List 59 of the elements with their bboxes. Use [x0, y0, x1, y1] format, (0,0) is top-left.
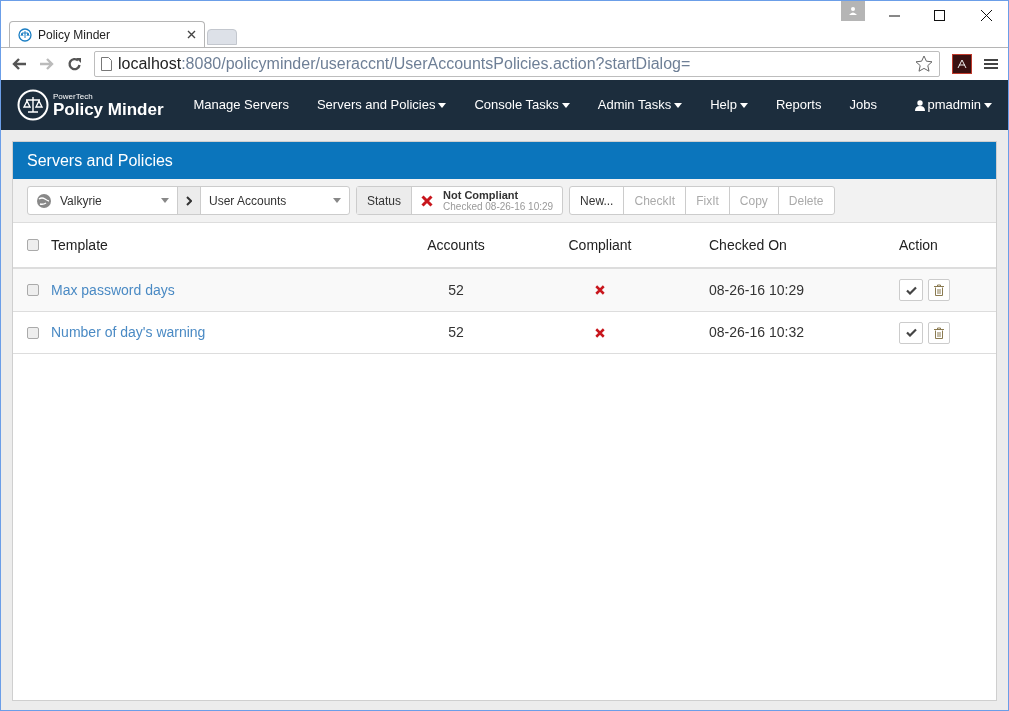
column-header[interactable]: Checked On	[689, 234, 879, 256]
nav-item[interactable]: Reports	[761, 95, 836, 115]
brand-caption: PowerTech	[53, 92, 94, 101]
reload-icon[interactable]	[67, 56, 82, 72]
scales-icon	[18, 27, 32, 42]
checked-on-cell-text: 08-26-16 10:32	[708, 323, 804, 342]
nav-item[interactable]: Console Tasks	[460, 95, 584, 115]
select-all-checkbox[interactable]	[27, 239, 39, 251]
accounts-cell-text: 52	[448, 280, 464, 300]
caret-icon	[674, 102, 683, 108]
nav-item[interactable]: Manage Servers	[179, 95, 303, 115]
brand-name[interactable]: Policy Minder	[53, 100, 164, 118]
nav-item[interactable]: Jobs	[835, 95, 891, 115]
back-arrow-icon[interactable]	[11, 57, 27, 71]
scales-logo-icon	[17, 89, 49, 121]
check-icon	[905, 285, 917, 295]
close-icon[interactable]	[981, 10, 992, 21]
status-value: Not Compliant	[443, 188, 520, 201]
row-checkbox[interactable]	[27, 284, 39, 296]
user-icon	[848, 6, 858, 16]
page-icon	[101, 57, 112, 71]
status-label: Status	[357, 187, 413, 214]
menu-icon[interactable]	[984, 58, 998, 70]
trash-icon	[934, 284, 944, 296]
user-icon	[914, 99, 925, 111]
pdf-extension-icon[interactable]	[952, 54, 972, 74]
row-checkbox[interactable]	[27, 326, 39, 339]
url-host: localhost	[118, 55, 182, 72]
caret-icon	[438, 102, 447, 108]
table-row[interactable]: Max password days 52 08-26-16 10:29	[13, 269, 996, 312]
nav-item[interactable]: Help	[696, 95, 762, 115]
caret-icon	[984, 102, 992, 108]
close-icon[interactable]	[187, 30, 196, 39]
template-link[interactable]: Max password days	[51, 279, 175, 301]
nav-item[interactable]: Admin Tasks	[583, 95, 697, 115]
template-link[interactable]: Number of day's warning	[51, 322, 206, 343]
column-header[interactable]: Compliant	[511, 234, 689, 256]
trash-icon	[934, 326, 944, 339]
nav-item[interactable]: Servers and Policies	[302, 95, 461, 115]
status-timestamp: Checked 08-26-16 10:29	[443, 200, 554, 213]
check-icon	[905, 328, 917, 337]
column-header[interactable]: Template	[51, 234, 401, 256]
check-it-button[interactable]	[899, 279, 923, 301]
column-header[interactable]: Accounts	[401, 234, 511, 256]
maximize-icon[interactable]	[934, 10, 945, 21]
caret-icon	[561, 102, 570, 108]
delete-button[interactable]	[928, 321, 950, 344]
url-path: :8080/policyminder/useraccnt/UserAccountsPolicies.action?startDialog=	[181, 55, 691, 72]
checked-on-cell-text: 08-26-16 10:29	[708, 280, 804, 300]
accounts-cell-text: 52	[448, 323, 464, 342]
check-it-button[interactable]	[899, 321, 923, 344]
toolbar-button[interactable]: New...	[570, 187, 624, 214]
delete-button[interactable]	[928, 279, 950, 301]
star-icon[interactable]	[915, 55, 933, 73]
panel-title: Servers and Policies	[27, 150, 173, 171]
column-header: Action	[898, 235, 939, 255]
address-bar[interactable]: localhost:8080/policyminder/useraccnt/UserAccountsPolicies.action?startDialog=	[94, 51, 940, 77]
caret-icon	[739, 102, 748, 108]
user-menu[interactable]: pmadmin	[914, 95, 992, 115]
